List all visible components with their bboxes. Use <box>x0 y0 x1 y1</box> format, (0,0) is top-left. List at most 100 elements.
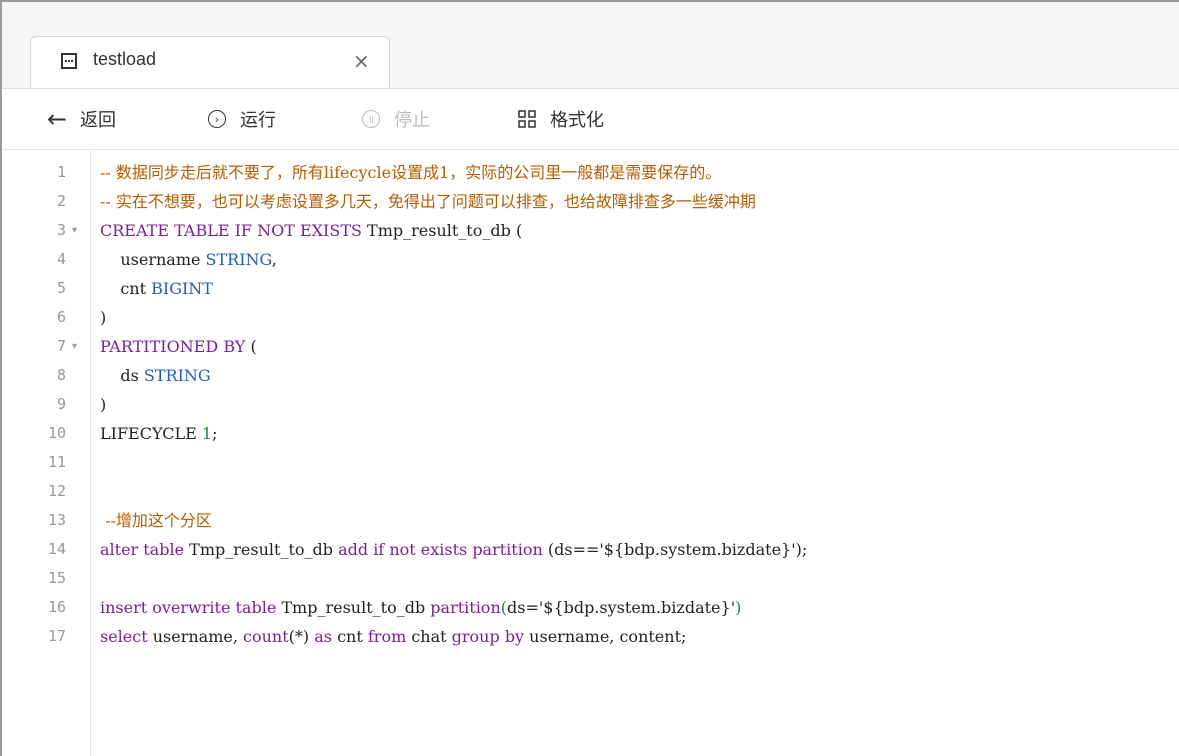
code-text: alter table Tmp_result_to_db add if not … <box>100 535 807 564</box>
close-icon[interactable]: × <box>353 49 370 73</box>
code-text: ds STRING <box>100 361 211 390</box>
sql-file-icon <box>61 53 77 69</box>
keyword: partition <box>430 598 501 617</box>
code-line: 6 ) <box>2 303 1179 332</box>
line-number: 5 <box>56 279 66 297</box>
format-button[interactable]: 格式化 <box>516 107 604 131</box>
back-button[interactable]: ← 返回 <box>46 105 116 133</box>
line-number: 15 <box>47 569 66 587</box>
code-text: --增加这个分区 <box>100 511 212 530</box>
run-label: 运行 <box>240 110 276 131</box>
code-line: 3 ▾ CREATE TABLE IF NOT EXISTS Tmp_resul… <box>2 216 1179 245</box>
line-number: 10 <box>47 424 66 442</box>
punctuation: ( <box>245 337 257 356</box>
keyword: from <box>367 627 407 646</box>
line-number: 3 <box>56 221 66 239</box>
play-circle-icon: › <box>206 108 228 130</box>
expression: ds='${bdp.system.bizdate}' <box>507 598 736 617</box>
code-text: LIFECYCLE 1; <box>100 419 217 448</box>
identifier: chat <box>406 627 452 646</box>
punctuation: (*) <box>288 627 315 646</box>
code-line: 7 ▾ PARTITIONED BY ( <box>2 332 1179 361</box>
code-editor[interactable]: 1 -- 数据同步走后就不要了，所有lifecycle设置成1，实际的公司里一般… <box>2 150 1179 756</box>
keyword: PARTITIONED BY <box>100 337 246 356</box>
punctuation: ; <box>212 424 218 443</box>
identifier: username, <box>147 627 244 646</box>
code-line: 12 <box>2 477 1179 506</box>
line-number: 1 <box>56 163 66 181</box>
code-text: cnt BIGINT <box>100 274 213 303</box>
run-button[interactable]: › 运行 <box>206 107 276 131</box>
code-text: PARTITIONED BY ( <box>100 332 257 361</box>
identifier: Tmp_result_to_db ( <box>361 221 523 240</box>
code-line: 13 --增加这个分区 <box>2 506 1179 535</box>
stop-label: 停止 <box>394 110 430 131</box>
code-text: CREATE TABLE IF NOT EXISTS Tmp_result_to… <box>100 216 522 245</box>
line-number: 9 <box>56 395 66 413</box>
code-line: 4 username STRING, <box>2 245 1179 274</box>
identifier: username <box>100 250 206 269</box>
line-number: 7 <box>56 337 66 355</box>
code-text: username STRING, <box>100 245 277 274</box>
toolbar: ← 返回 › 运行 ॥ 停止 格式化 <box>2 89 1179 150</box>
line-number: 17 <box>47 627 66 645</box>
type-keyword: STRING <box>143 366 211 385</box>
function-name: count <box>243 627 289 646</box>
identifier: Tmp_result_to_db <box>276 598 431 617</box>
keyword: group by <box>451 627 525 646</box>
keyword: select <box>100 627 148 646</box>
keyword: LIFECYCLE <box>100 424 202 443</box>
line-number: 14 <box>47 540 66 558</box>
editor-window: testload × ← 返回 › 运行 ॥ 停止 格式化 1 -- 数据同步走… <box>0 0 1179 756</box>
tab-title: testload <box>93 49 157 69</box>
code-line: 5 cnt BIGINT <box>2 274 1179 303</box>
code-text: -- 实在不想要，也可以考虑设置多几天，免得出了问题可以排查，也给故障排查多一些… <box>100 192 756 211</box>
identifier: ds <box>100 366 144 385</box>
tab-testload[interactable]: testload × <box>30 36 390 88</box>
keyword: as <box>314 627 332 646</box>
code-text: select username, count(*) as cnt from ch… <box>100 622 686 651</box>
keyword: CREATE TABLE IF NOT EXISTS <box>100 221 362 240</box>
line-number: 6 <box>56 308 66 326</box>
line-number: 16 <box>47 598 66 616</box>
arrow-left-icon: ← <box>46 105 68 133</box>
type-keyword: STRING <box>205 250 272 269</box>
identifier: cnt <box>332 627 368 646</box>
code-line: 2 -- 实在不想要，也可以考虑设置多几天，免得出了问题可以排查，也给故障排查多… <box>2 187 1179 216</box>
code-text: ) <box>100 395 107 414</box>
identifier: Tmp_result_to_db <box>184 540 339 559</box>
type-keyword: BIGINT <box>151 279 213 298</box>
pause-circle-icon: ॥ <box>360 108 382 130</box>
code-text: insert overwrite table Tmp_result_to_db … <box>100 593 741 622</box>
grid-format-icon <box>516 108 538 130</box>
back-label: 返回 <box>80 110 116 131</box>
format-label: 格式化 <box>550 110 604 131</box>
number-literal: 1 <box>201 424 213 443</box>
keyword: alter table <box>100 540 185 559</box>
identifier: username, content; <box>524 627 687 646</box>
code-line: 16 insert overwrite table Tmp_result_to_… <box>2 593 1179 622</box>
expression: (ds=='${bdp.system.bizdate}'); <box>542 540 808 559</box>
line-number: 11 <box>47 453 66 471</box>
code-line: 1 -- 数据同步走后就不要了，所有lifecycle设置成1，实际的公司里一般… <box>2 158 1179 187</box>
line-number: 4 <box>56 250 66 268</box>
code-line: 9 ) <box>2 390 1179 419</box>
line-number: 12 <box>47 482 66 500</box>
keyword: add if not exists partition <box>338 540 543 559</box>
code-line: 8 ds STRING <box>2 361 1179 390</box>
line-number: 2 <box>56 192 66 210</box>
code-text: ) <box>100 308 107 327</box>
code-line: 10 LIFECYCLE 1; <box>2 419 1179 448</box>
code-line: 17 select username, count(*) as cnt from… <box>2 622 1179 651</box>
punctuation: , <box>271 250 277 269</box>
fold-toggle-icon[interactable]: ▾ <box>72 216 77 245</box>
fold-toggle-icon[interactable]: ▾ <box>72 332 77 361</box>
tab-bar: testload × <box>2 2 1179 89</box>
line-number: 8 <box>56 366 66 384</box>
code-line: 11 <box>2 448 1179 477</box>
code-text: -- 数据同步走后就不要了，所有lifecycle设置成1，实际的公司里一般都是… <box>100 163 722 182</box>
code-line: 15 <box>2 564 1179 593</box>
code-line: 14 alter table Tmp_result_to_db add if n… <box>2 535 1179 564</box>
stop-button[interactable]: ॥ 停止 <box>360 107 430 131</box>
punctuation: ) <box>735 598 742 617</box>
